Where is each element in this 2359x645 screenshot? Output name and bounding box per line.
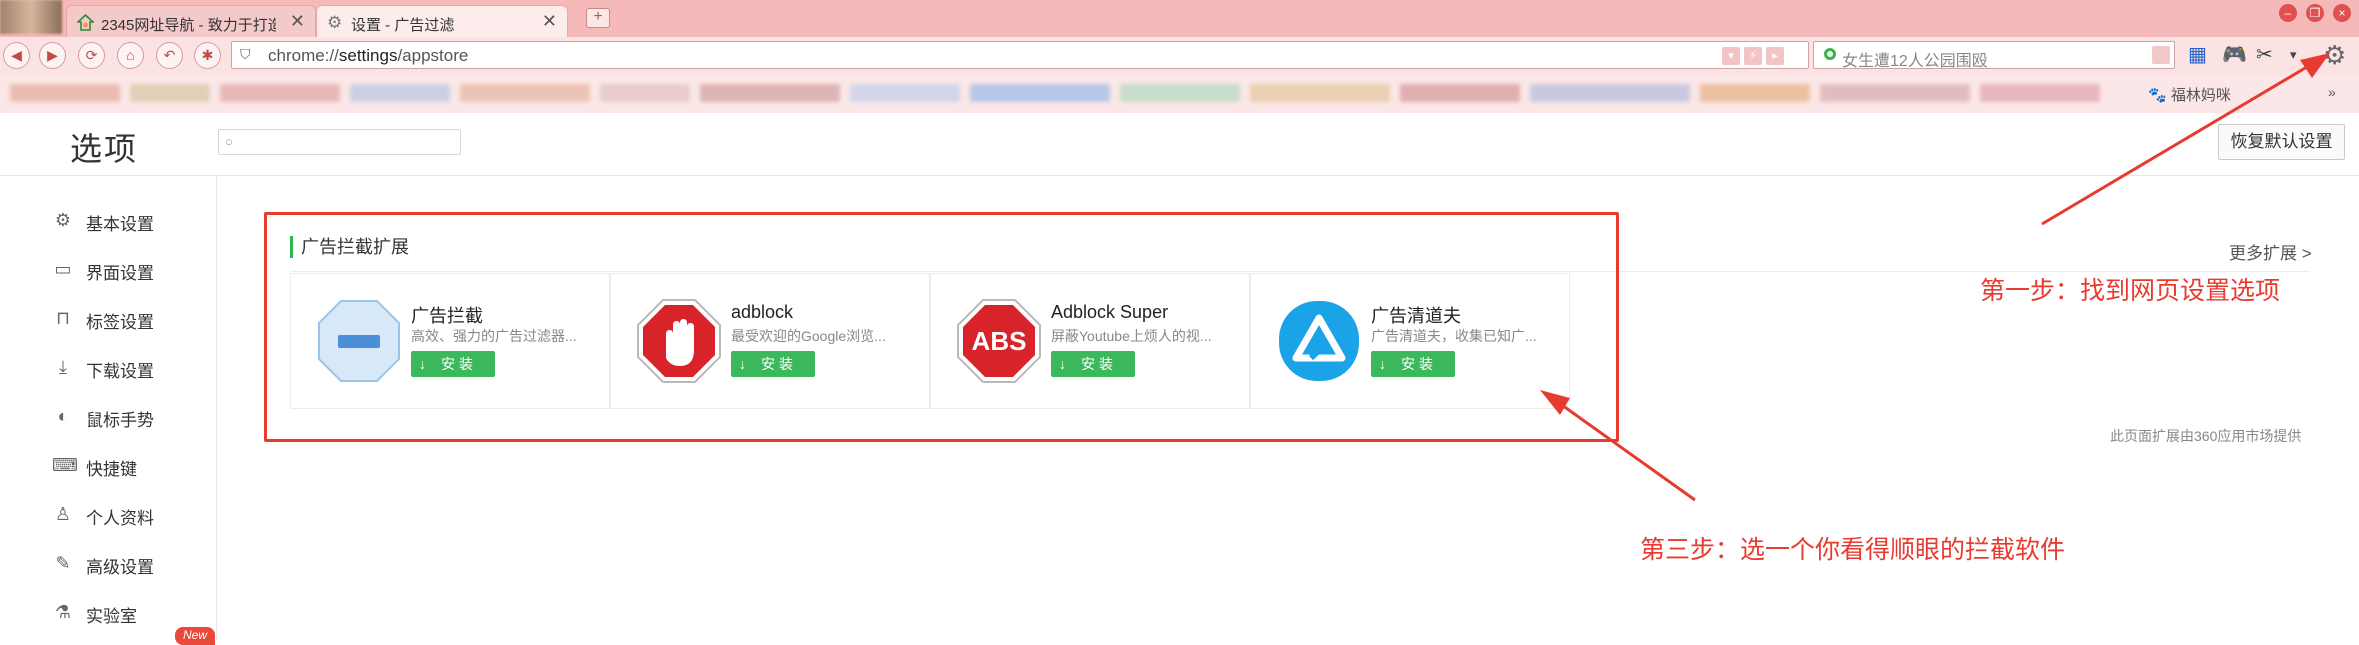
annotation-step3: 第三步：选一个你看得顺眼的拦截软件: [1640, 536, 2066, 564]
annotation-step1: 第一步：找到网页设置选项: [1980, 277, 2281, 305]
arrow-to-extensions: [1540, 390, 1696, 502]
arrow-to-settings: [2041, 53, 2330, 226]
